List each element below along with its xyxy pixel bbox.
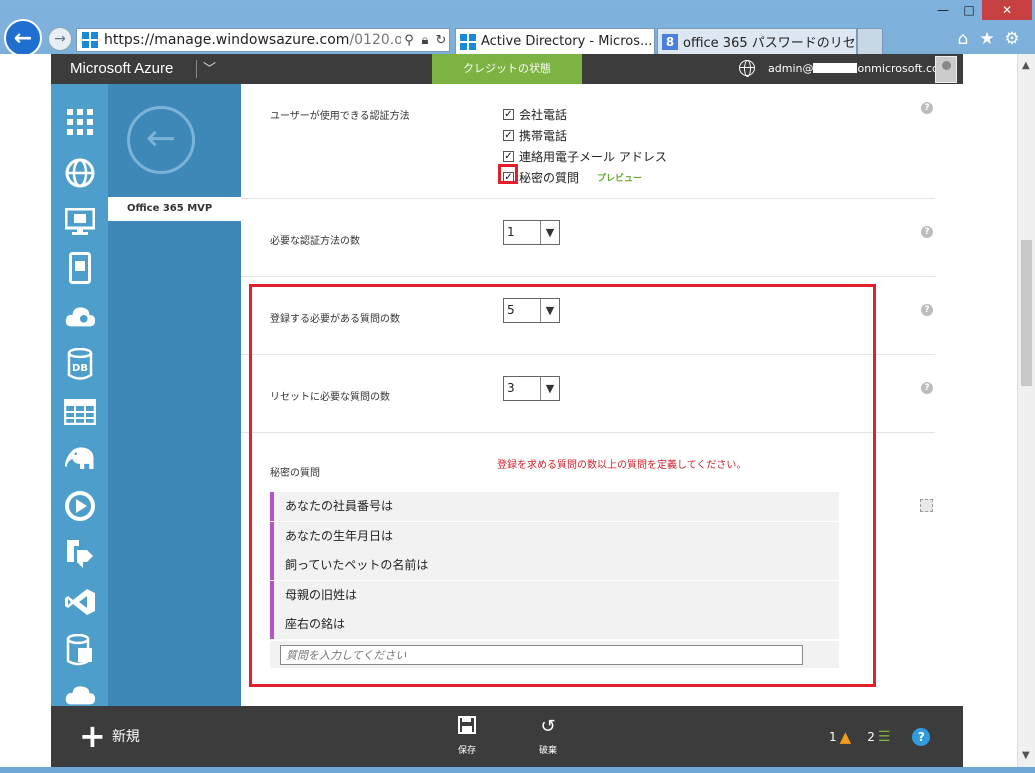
directory-subnav: ← Office 365 MVP <box>108 84 241 706</box>
checkbox-checked-icon[interactable]: ✓ <box>503 109 514 120</box>
auth-methods-label: ユーザーが使用できる認証方法 <box>270 111 410 122</box>
divider <box>241 198 935 199</box>
arrow-right-icon: → <box>54 31 66 47</box>
redacted-block <box>813 63 858 73</box>
browser-tab-active-directory[interactable]: Active Directory - Micros... ✕ <box>455 28 655 54</box>
warning-icon[interactable]: ▲ <box>840 728 852 746</box>
brand-title[interactable]: Microsoft Azure <box>70 60 173 77</box>
close-tab-icon[interactable]: ✕ <box>652 35 654 49</box>
discard-button[interactable]: ↺ 破棄 <box>528 716 568 757</box>
google-icon: 8 <box>662 33 678 50</box>
scroll-up-icon[interactable]: ▲ <box>1022 60 1030 71</box>
annotation-highlight-box <box>498 164 518 184</box>
browser-window: — □ ✕ ← → https://manage.windowsazure.co… <box>0 0 1035 773</box>
forward-button[interactable]: → <box>48 27 72 51</box>
service-nav: DB <box>51 84 108 706</box>
help-icon[interactable]: ? <box>921 304 933 316</box>
checkbox-checked-icon[interactable]: ✓ <box>503 130 514 141</box>
required-methods-label: 必要な認証方法の数 <box>270 236 360 247</box>
mobile-services-icon[interactable] <box>64 252 96 284</box>
back-arrow-icon[interactable]: ← <box>127 106 195 174</box>
required-methods-select[interactable]: 1 ▼ <box>503 220 560 245</box>
checkbox-office-phone[interactable]: ✓ 会社電話 <box>503 106 567 123</box>
star-icon[interactable]: ★ <box>976 28 998 50</box>
web-sites-icon[interactable] <box>64 157 96 189</box>
password-reset-settings: ユーザーが使用できる認証方法 ✓ 会社電話 ✓ 携帯電話 ✓ 連絡用電子メール アドレ… <box>241 84 963 706</box>
divider <box>241 276 935 277</box>
chevron-down-icon[interactable]: ▼ <box>540 221 559 244</box>
sql-database-icon[interactable]: DB <box>64 348 96 380</box>
arrow-left-icon: ← <box>13 25 33 51</box>
plus-icon: + <box>79 717 106 755</box>
address-bar[interactable]: https://manage.windowsazure.com/0120.onm… <box>76 28 450 52</box>
cloud-services-icon[interactable] <box>64 300 96 332</box>
checkbox-mobile-phone[interactable]: ✓ 携帯電話 <box>503 127 567 144</box>
scroll-thumb[interactable] <box>1021 240 1032 386</box>
refresh-icon[interactable]: ↻ <box>433 33 449 48</box>
avatar[interactable] <box>935 56 957 83</box>
tab-label: Active Directory - Micros... <box>481 34 653 49</box>
task-count: 2 <box>867 730 875 744</box>
undo-icon: ↺ <box>540 716 556 737</box>
address-url[interactable]: https://manage.windowsazure.com/0120.onm… <box>104 32 401 48</box>
windows-logo-icon <box>460 33 476 50</box>
media-services-icon[interactable] <box>64 490 96 522</box>
globe-icon[interactable] <box>739 60 755 77</box>
help-icon[interactable]: ? <box>921 382 933 394</box>
azure-portal: Microsoft Azure ﹀ クレジットの状態 admin@ onmicro… <box>51 54 963 767</box>
warning-count: 1 <box>829 730 837 744</box>
windows-logo-icon <box>82 32 98 48</box>
window-bottom-edge <box>0 767 1035 773</box>
service-bus-icon[interactable] <box>64 538 96 570</box>
task-list-icon[interactable]: ☰ <box>878 729 891 745</box>
new-button[interactable]: + 新規 <box>79 717 140 755</box>
maximize-button[interactable]: □ <box>956 0 982 20</box>
virtual-machines-icon[interactable] <box>64 206 96 238</box>
account-menu[interactable]: admin@ onmicrosoft.com <box>768 62 949 75</box>
home-icon[interactable]: ⌂ <box>952 28 974 50</box>
annotation-highlight-box <box>249 284 876 687</box>
portal-topbar: Microsoft Azure ﹀ クレジットの状態 admin@ onmicro… <box>51 54 963 84</box>
browser-chrome: — □ ✕ ← → https://manage.windowsazure.co… <box>0 0 1035 57</box>
subnav-item-office365mvp[interactable]: Office 365 MVP <box>108 197 241 221</box>
command-bar: + 新規 保存 ↺ 破棄 1 ▲ 2 ☰ ? <box>51 706 963 767</box>
browser-tab-google[interactable]: 8 office 365 パスワードのリセット管... <box>657 28 857 54</box>
save-disk-icon <box>447 716 487 738</box>
lock-icon[interactable]: 🔒︎ <box>417 33 433 48</box>
vertical-scrollbar[interactable]: ▲ ▼ <box>1017 54 1035 767</box>
checkbox-alternate-email[interactable]: ✓ 連絡用電子メール アドレス <box>503 148 667 165</box>
svg-text:DB: DB <box>72 363 88 374</box>
checkbox-checked-icon[interactable]: ✓ <box>503 151 514 162</box>
cache-icon[interactable] <box>64 634 96 666</box>
close-window-button[interactable]: ✕ <box>982 0 1032 20</box>
storage-table-icon[interactable] <box>64 396 96 428</box>
credit-status-button[interactable]: クレジットの状態 <box>432 54 582 84</box>
divider <box>196 60 197 78</box>
scroll-down-icon[interactable]: ▼ <box>1022 750 1030 761</box>
drag-handle-icon[interactable] <box>920 499 933 512</box>
visual-studio-icon[interactable] <box>64 586 96 618</box>
hdinsight-elephant-icon[interactable] <box>64 442 96 474</box>
save-button[interactable]: 保存 <box>447 716 487 757</box>
minimize-button[interactable]: — <box>930 0 956 20</box>
search-icon[interactable]: ⚲ <box>401 33 417 48</box>
new-tab-button[interactable] <box>857 28 883 54</box>
all-items-grid-icon[interactable] <box>64 106 96 138</box>
notification-area: 1 ▲ 2 ☰ ? <box>829 728 931 746</box>
gear-icon[interactable]: ⚙ <box>1001 28 1023 50</box>
help-icon[interactable]: ? <box>921 226 933 238</box>
back-button[interactable]: ← <box>4 19 42 57</box>
tab-label: office 365 パスワードのリセット管... <box>683 36 856 51</box>
preview-badge: プレビュー <box>597 174 643 184</box>
help-icon[interactable]: ? <box>921 102 933 114</box>
help-icon[interactable]: ? <box>912 728 931 746</box>
chevron-down-icon[interactable]: ﹀ <box>203 58 216 77</box>
checkbox-security-questions[interactable]: ✓ 秘密の質問 プレビュー <box>503 169 642 186</box>
